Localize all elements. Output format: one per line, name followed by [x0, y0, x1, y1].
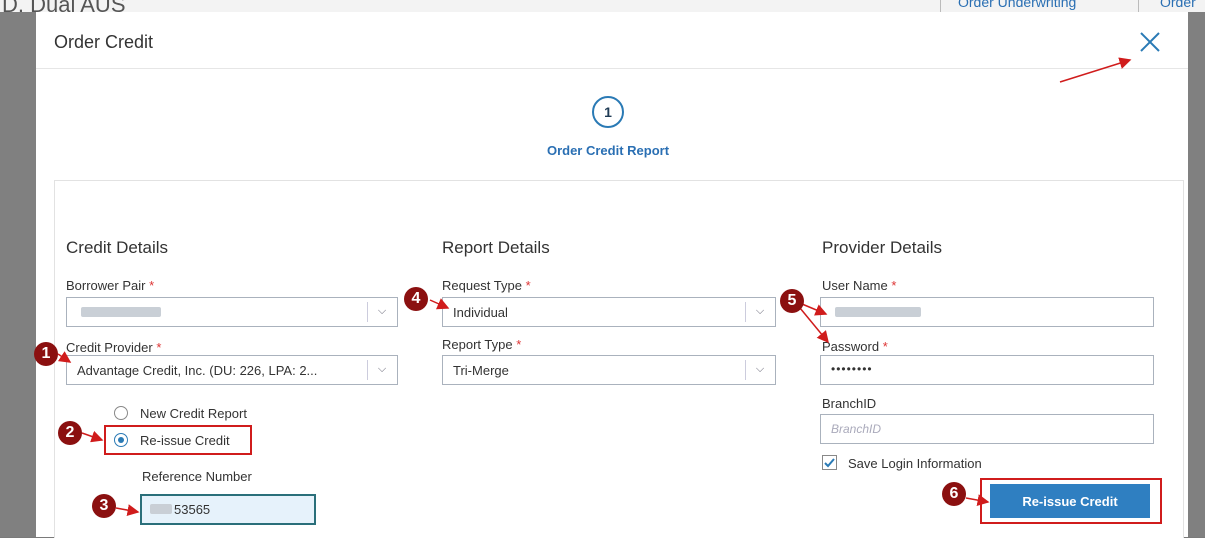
annotation-arrow — [1059, 57, 1132, 83]
annotation-badge-3: 3 — [92, 494, 116, 518]
annotation-arrow — [115, 504, 140, 517]
annotation-arrow — [81, 430, 104, 443]
annotation-arrow — [965, 494, 990, 507]
annotation-badge-6: 6 — [942, 482, 966, 506]
annotation-badge-1: 1 — [34, 342, 58, 366]
annotation-badge-2: 2 — [58, 421, 82, 445]
annotation-arrow — [801, 303, 828, 316]
annotation-badge-4: 4 — [404, 287, 428, 311]
annotation-arrow — [429, 298, 450, 310]
annotation-arrow — [57, 351, 72, 363]
annotation-badge-5: 5 — [780, 289, 804, 313]
annotation-arrows — [57, 57, 1132, 517]
